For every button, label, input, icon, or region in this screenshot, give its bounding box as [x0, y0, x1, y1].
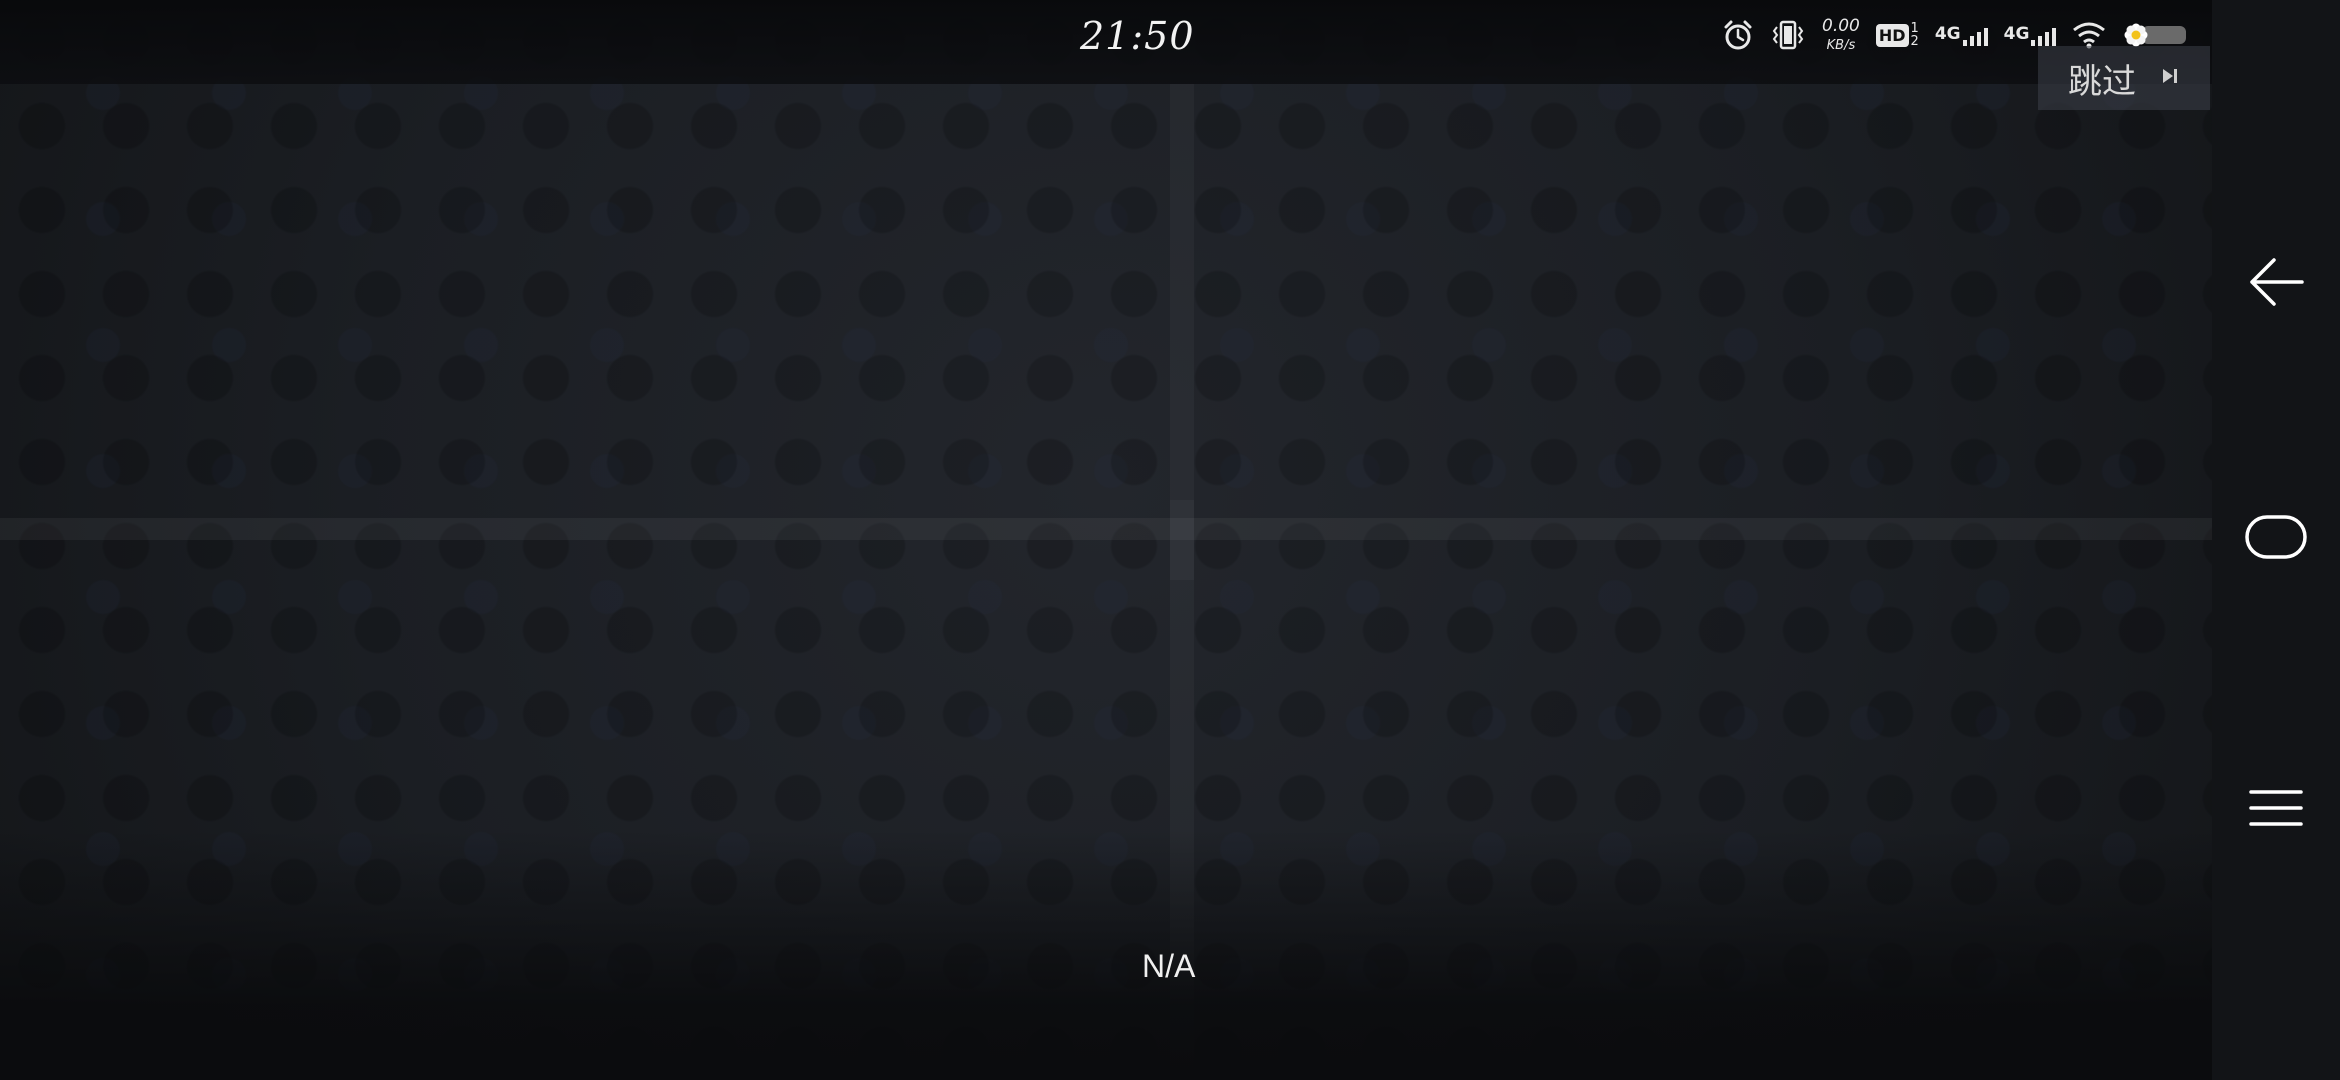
hd-sim-2: 2 — [1910, 34, 1919, 49]
screen: 21:50 0.00 KB/s HD 1 2 4G 4G 跳过 N/A — [0, 0, 2340, 1080]
navigation-bar — [2212, 0, 2340, 1080]
hd-label: HD — [1875, 23, 1909, 47]
menu-icon — [2248, 786, 2304, 834]
skip-button-label: 跳过 — [2068, 61, 2136, 102]
skip-next-icon — [2160, 66, 2180, 91]
back-icon — [2248, 256, 2304, 312]
back-button[interactable] — [2246, 254, 2306, 314]
crosshair-center — [1170, 500, 1194, 580]
network-speed: 0.00 KB/s — [1822, 16, 1860, 53]
signal-bars-icon — [2031, 24, 2057, 46]
home-icon — [2244, 514, 2308, 566]
sim1-network-type: 4G — [1934, 24, 1961, 44]
status-clock: 21:50 — [1080, 14, 1195, 58]
status-bar: 21:50 0.00 KB/s HD 1 2 4G 4G — [0, 0, 2212, 84]
sim2-network-type: 4G — [2003, 24, 2030, 44]
crosshair-horizontal — [0, 518, 2212, 540]
hd-voice-indicator: HD 1 2 — [1875, 22, 1919, 49]
menu-button[interactable] — [2246, 780, 2306, 840]
home-button[interactable] — [2244, 510, 2308, 570]
signal-bars-icon — [1962, 24, 1988, 46]
alarm-icon — [1722, 19, 1754, 51]
wifi-icon — [2072, 21, 2106, 49]
vibrate-icon — [1770, 19, 1806, 51]
stream-status-label: N/A — [1142, 948, 1196, 984]
skip-button[interactable]: 跳过 — [2038, 46, 2210, 110]
sim2-signal: 4G — [2004, 24, 2057, 46]
sim1-signal: 4G — [1935, 24, 1988, 46]
network-speed-value: 0.00 — [1822, 16, 1860, 36]
video-viewport[interactable]: 21:50 0.00 KB/s HD 1 2 4G 4G 跳过 N/A — [0, 0, 2212, 1080]
network-speed-unit: KB/s — [1826, 38, 1856, 53]
bottom-gradient — [0, 830, 2212, 1080]
